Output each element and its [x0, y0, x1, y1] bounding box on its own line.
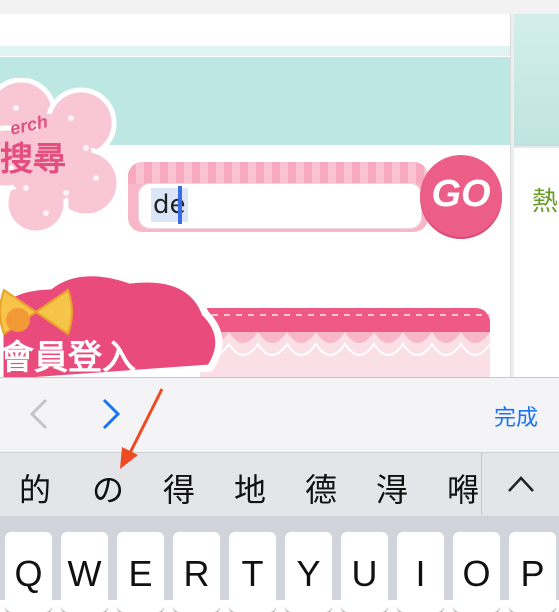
key-label: I	[415, 553, 426, 594]
done-button[interactable]: 完成	[494, 400, 538, 432]
key-q[interactable]: Q	[5, 532, 52, 612]
key-label: Q	[14, 553, 43, 594]
key-i[interactable]: I	[397, 532, 444, 612]
text-cursor	[178, 186, 182, 224]
key-label: E	[128, 553, 153, 594]
key-w[interactable]: W	[61, 532, 108, 612]
search-badge-label: 搜尋	[0, 139, 66, 178]
key-label: O	[462, 553, 491, 594]
header-thin-band	[0, 46, 510, 56]
side-panel-header	[514, 14, 559, 148]
chevron-up-icon[interactable]	[506, 474, 536, 494]
banner-scallop	[200, 332, 490, 377]
candidate-item[interactable]: 德	[305, 465, 337, 511]
annotation-arrow-icon	[120, 388, 164, 469]
keyboard-accessory-bar	[0, 377, 559, 453]
key-label: Y	[296, 553, 321, 594]
key-label: P	[520, 553, 545, 594]
search-input-value: de	[151, 188, 188, 222]
key-y[interactable]: Y	[285, 532, 332, 612]
key-o[interactable]: O	[453, 532, 500, 612]
key-r[interactable]: R	[173, 532, 220, 612]
go-button-label: GO	[431, 173, 491, 215]
login-label[interactable]: 會員登入	[0, 330, 136, 379]
key-t[interactable]: T	[229, 532, 276, 612]
search-frame-stripes	[128, 162, 428, 184]
key-label: U	[351, 553, 378, 594]
candidate-item[interactable]: 地	[234, 465, 266, 511]
key-e[interactable]: E	[117, 532, 164, 612]
banner-stitch	[200, 314, 490, 316]
candidate-item[interactable]: 淂	[376, 465, 408, 511]
key-label: W	[67, 553, 102, 594]
page-top-strip	[0, 0, 559, 15]
login-banner	[200, 308, 490, 334]
key-label: R	[183, 553, 210, 594]
candidate-item[interactable]: 嘚	[447, 465, 479, 511]
candidate-divider	[481, 453, 482, 515]
key-u[interactable]: U	[341, 532, 388, 612]
key-label: T	[241, 553, 264, 594]
chevron-left-icon[interactable]	[28, 397, 50, 431]
go-button[interactable]: GO	[420, 155, 502, 237]
candidate-item[interactable]: 的	[19, 465, 51, 511]
key-p[interactable]: P	[509, 532, 556, 612]
side-hot-label[interactable]: 熱	[532, 181, 558, 218]
